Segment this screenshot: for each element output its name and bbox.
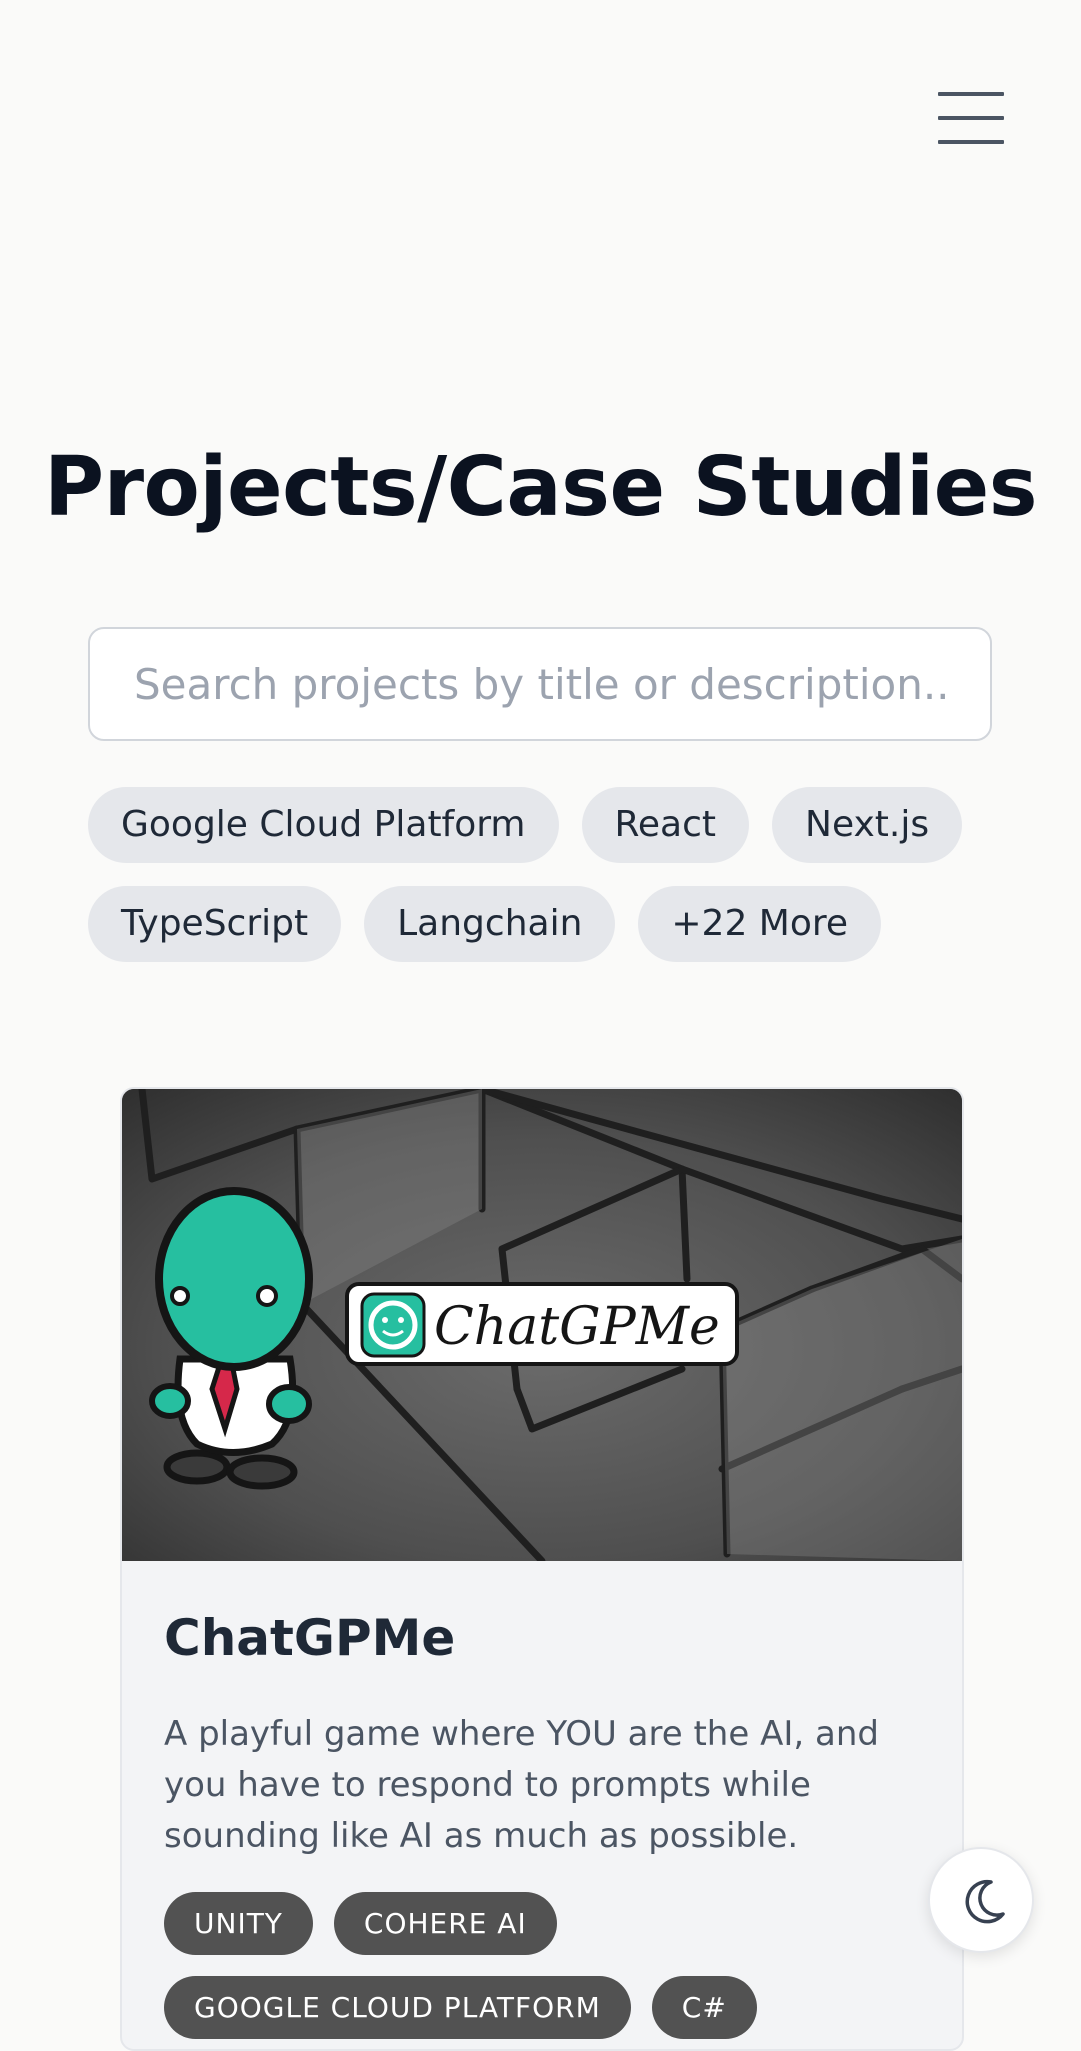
project-tags: UNITY COHERE AI GOOGLE CLOUD PLATFORM C#: [164, 1892, 924, 2039]
project-title: ChatGPMe: [164, 1609, 456, 1667]
filter-tag-nextjs[interactable]: Next.js: [772, 787, 963, 863]
filter-tags-row-1: Google Cloud Platform React Next.js: [88, 787, 963, 863]
theme-toggle-button[interactable]: [928, 1847, 1034, 1953]
hamburger-menu-icon: [938, 92, 1004, 96]
tech-tag-csharp: C#: [651, 1976, 757, 2039]
filter-tag-typescript[interactable]: TypeScript: [88, 886, 342, 962]
project-card[interactable]: ChatGPMe ChatGPMe A playful game where Y…: [120, 1087, 964, 2051]
filter-tags-row-2: TypeScript Langchain +22 More: [88, 886, 882, 962]
logo-text: ChatGPMe: [434, 1297, 720, 1357]
tech-tag-google-cloud-platform: GOOGLE CLOUD PLATFORM: [164, 1976, 631, 2039]
chatgpme-logo: ChatGPMe: [345, 1282, 739, 1366]
filter-tag-react[interactable]: React: [581, 787, 750, 863]
tech-tag-cohere-ai: COHERE AI: [333, 1892, 557, 1955]
menu-button[interactable]: [930, 86, 1010, 150]
search-input[interactable]: [88, 627, 992, 741]
project-description: A playful game where YOU are the AI, and…: [164, 1714, 879, 1856]
filter-tag-langchain[interactable]: Langchain: [364, 886, 616, 962]
filter-tag-google-cloud-platform[interactable]: Google Cloud Platform: [88, 787, 559, 863]
more-tags-button[interactable]: +22 More: [638, 886, 882, 962]
project-thumbnail: ChatGPMe: [122, 1089, 962, 1561]
tech-tag-unity: UNITY: [164, 1892, 313, 1955]
page-title: Projects/Case Studies: [44, 440, 1038, 535]
moon-icon: [965, 1879, 1005, 1924]
